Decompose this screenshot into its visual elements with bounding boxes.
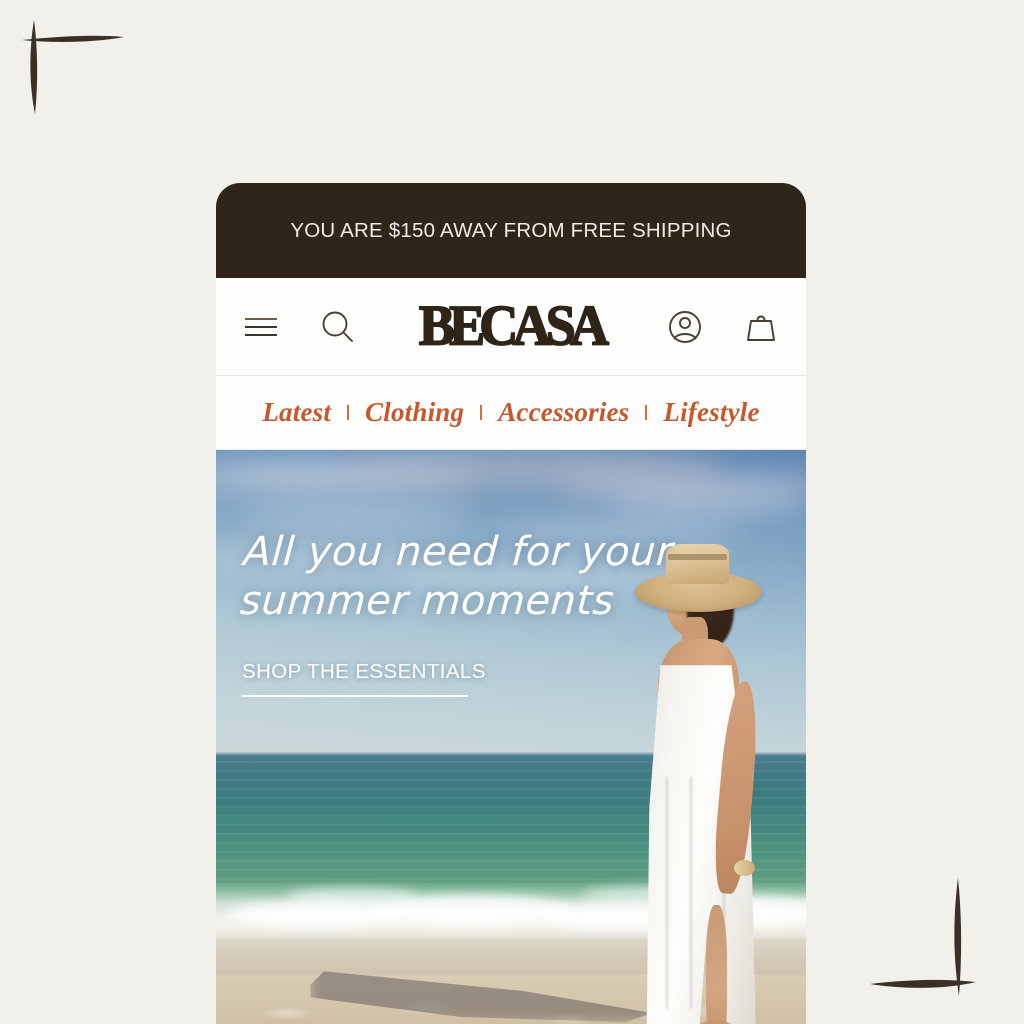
nav-item-latest[interactable]: Latest [246,397,347,428]
header-left-actions [242,308,356,346]
shop-the-essentials-button[interactable]: SHOP THE ESSENTIALS [242,660,486,697]
straw-hat-crown [665,543,730,584]
site-header: BECASA [216,278,806,376]
crop-mark-top-left [12,10,132,120]
crop-mark-bottom-right [862,872,982,1002]
shopping-bag-icon[interactable] [742,308,780,346]
site-logo-text: BECASA [418,294,610,358]
hero-headline-line-1: All you need for your [242,529,675,575]
hero-cta-label: SHOP THE ESSENTIALS [242,659,486,683]
dress-fold [665,777,668,1009]
hero-banner[interactable]: All you need for your summer moments SHO… [216,450,806,1024]
hamburger-menu-icon[interactable] [242,308,280,346]
dress-fold [690,777,693,1009]
cloud [239,508,476,524]
nav-separator [645,405,648,420]
nav-item-lifestyle[interactable]: Lifestyle [647,397,775,428]
straw-hat-band [667,554,727,561]
mobile-storefront-frame: YOU ARE $150 AWAY FROM FREE SHIPPING BEC… [216,183,806,1024]
hero-headline: All you need for your summer moments [238,528,675,626]
nav-separator [480,405,483,420]
header-right-actions [666,308,780,346]
hero-headline-line-2: summer moments [238,577,616,624]
nav-separator [347,405,350,420]
site-logo[interactable]: BECASA [418,296,610,355]
model-leg [705,905,727,1024]
model-bracelet [734,860,756,877]
announcement-text: YOU ARE $150 AWAY FROM FREE SHIPPING [290,218,732,242]
cloud [605,496,806,512]
category-nav: Latest Clothing Accessories Lifestyle [216,376,806,450]
search-icon[interactable] [318,308,356,346]
announcement-bar: YOU ARE $150 AWAY FROM FREE SHIPPING [216,183,806,278]
nav-item-clothing[interactable]: Clothing [349,397,480,428]
account-icon[interactable] [666,308,704,346]
hero-cta-underline [242,694,468,697]
hero-copy: All you need for your summer moments SHO… [239,528,675,697]
nav-item-accessories[interactable]: Accessories [482,397,645,428]
